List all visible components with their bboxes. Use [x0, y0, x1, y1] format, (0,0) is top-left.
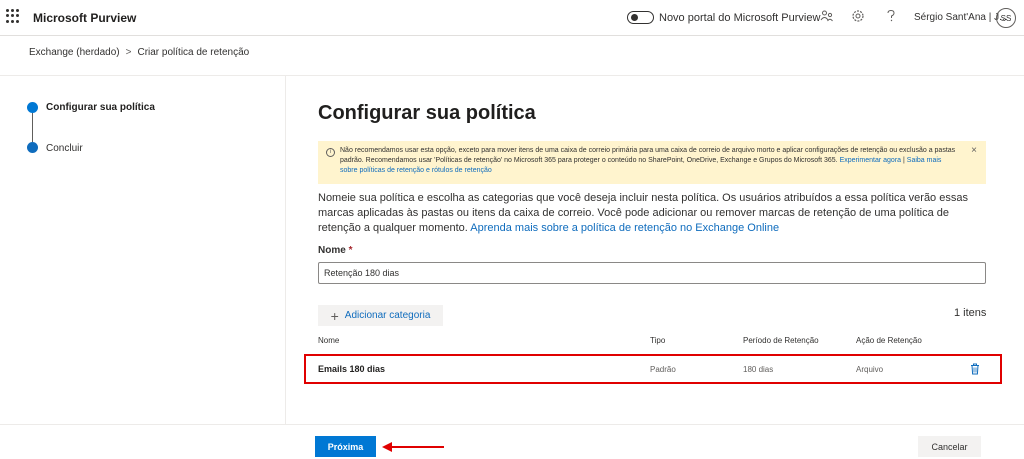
app-name[interactable]: Microsoft Purview	[33, 11, 136, 25]
help-icon[interactable]	[886, 9, 896, 27]
close-icon[interactable]: ×	[971, 146, 977, 156]
table-row-action: Arquivo	[856, 365, 884, 374]
step-configure[interactable]: Configurar sua política	[46, 102, 155, 113]
red-arrow-annotation	[382, 442, 444, 452]
column-header-action[interactable]: Ação de Retenção	[856, 336, 922, 345]
plus-icon: +	[330, 307, 339, 324]
policy-description: Nomeie sua política e escolha as categor…	[318, 191, 990, 236]
info-icon: i	[326, 148, 335, 157]
chevron-right-icon: >	[125, 47, 132, 58]
step-pending-icon	[27, 142, 38, 153]
new-portal-toggle-label: Novo portal do Microsoft Purview	[659, 12, 821, 24]
step-active-icon	[27, 102, 38, 113]
new-portal-toggle[interactable]	[627, 11, 654, 24]
try-now-link[interactable]: Experimentar agora	[840, 157, 901, 164]
breadcrumb-item-current: Criar política de retenção	[137, 47, 250, 58]
top-bar: Microsoft Purview Novo portal do Microso…	[0, 0, 1024, 36]
name-label-text: Nome	[318, 245, 346, 256]
step-connector	[32, 113, 33, 142]
warning-banner: i Não recomendamos usar esta opção, exce…	[318, 141, 986, 184]
wizard-steps: Configurar sua política Concluir	[0, 76, 286, 424]
cancel-button[interactable]: Cancelar	[918, 436, 981, 457]
add-category-label: Adicionar categoria	[344, 310, 431, 321]
name-label: Nome *	[318, 245, 352, 256]
add-category-button[interactable]: + Adicionar categoria	[318, 305, 443, 326]
people-icon[interactable]	[820, 9, 834, 27]
gear-icon[interactable]	[851, 9, 865, 27]
table-row-type: Padrão	[650, 365, 676, 374]
waffle-icon[interactable]	[6, 9, 20, 23]
required-mark: *	[348, 245, 353, 256]
column-header-name[interactable]: Nome	[318, 336, 339, 345]
learn-more-exchange-link[interactable]: Aprenda mais sobre a política de retençã…	[470, 222, 779, 234]
page-title: Configurar sua política	[318, 102, 536, 124]
step-finish[interactable]: Concluir	[46, 143, 83, 154]
table-row-name: Emails 180 dias	[318, 364, 386, 374]
avatar[interactable]: SS	[996, 8, 1016, 28]
column-header-period[interactable]: Período de Retenção	[743, 336, 819, 345]
next-button[interactable]: Próxima	[315, 436, 376, 457]
policy-name-input[interactable]	[318, 262, 986, 284]
footer-divider	[0, 424, 1024, 425]
table-row-period: 180 dias	[743, 365, 774, 374]
column-header-type[interactable]: Tipo	[650, 336, 665, 345]
user-name[interactable]: Sérgio Sant'Ana | J...	[914, 12, 1007, 23]
trash-icon[interactable]	[970, 362, 980, 375]
toggle-knob	[631, 14, 638, 21]
items-count: 1 itens	[954, 307, 987, 319]
breadcrumb-item-exchange[interactable]: Exchange (herdado)	[29, 47, 120, 58]
breadcrumb: Exchange (herdado) > Criar política de r…	[29, 47, 249, 58]
